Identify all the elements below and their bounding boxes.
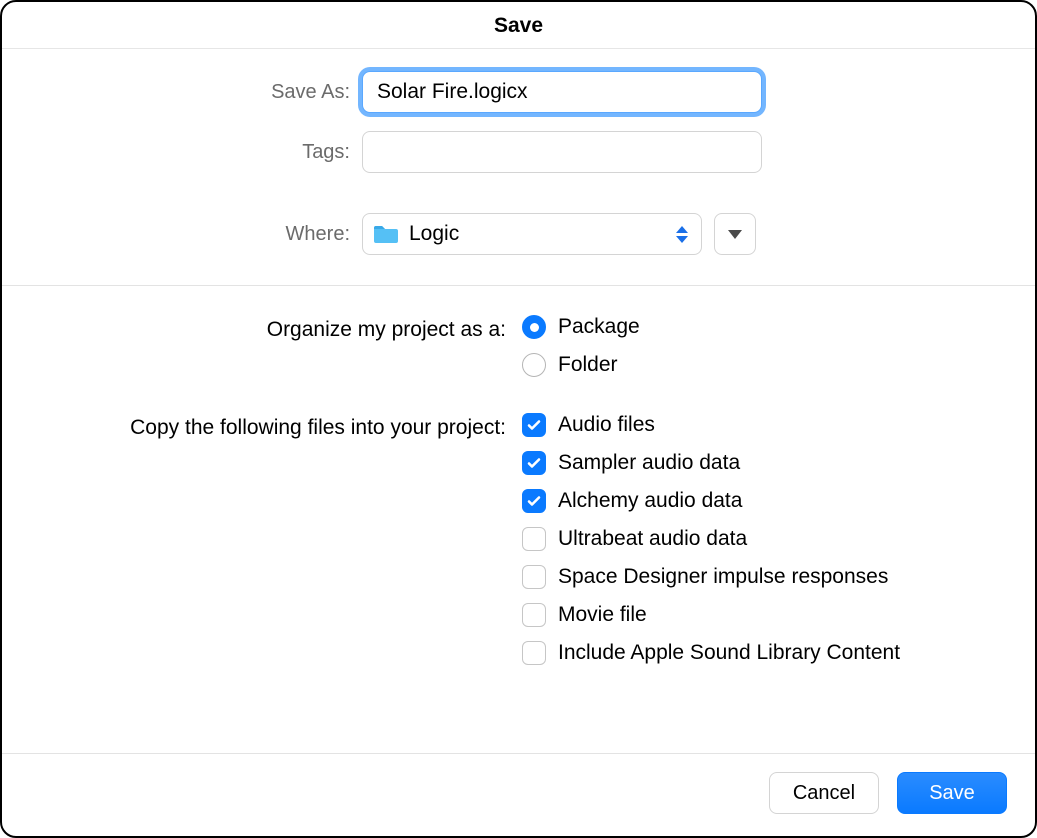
copy-option-sampler-audio[interactable]: Sampler audio data	[522, 450, 900, 476]
checkbox-icon	[522, 527, 546, 551]
where-popup[interactable]: Logic	[362, 213, 702, 255]
copy-option-label: Sampler audio data	[558, 450, 740, 476]
copy-option-label: Audio files	[558, 412, 655, 438]
where-value: Logic	[409, 222, 459, 246]
copy-option-movie-file[interactable]: Movie file	[522, 602, 900, 628]
checkbox-icon	[522, 489, 546, 513]
tags-input[interactable]	[362, 131, 762, 173]
save-as-input[interactable]	[362, 71, 762, 113]
save-button[interactable]: Save	[897, 772, 1007, 814]
organize-option-package[interactable]: Package	[522, 314, 640, 340]
copy-option-label: Space Designer impulse responses	[558, 564, 888, 590]
updown-arrows-icon	[669, 219, 695, 249]
copy-option-label: Ultrabeat audio data	[558, 526, 747, 552]
checkbox-icon	[522, 641, 546, 665]
checkbox-icon	[522, 603, 546, 627]
copy-option-apple-sound-library[interactable]: Include Apple Sound Library Content	[522, 640, 900, 666]
copy-option-audio-files[interactable]: Audio files	[522, 412, 900, 438]
cancel-button[interactable]: Cancel	[769, 772, 879, 814]
chevron-down-icon	[728, 230, 742, 239]
where-label: Where:	[42, 223, 362, 246]
copy-option-ultrabeat[interactable]: Ultrabeat audio data	[522, 526, 900, 552]
radio-icon	[522, 353, 546, 377]
organize-option-label: Folder	[558, 352, 618, 378]
organize-option-label: Package	[558, 314, 640, 340]
save-as-label: Save As:	[42, 81, 362, 104]
organize-options: Package Folder	[522, 314, 640, 378]
options-section: Organize my project as a: Package Folder…	[2, 286, 1035, 753]
dialog-title: Save	[2, 2, 1035, 49]
copy-option-space-designer[interactable]: Space Designer impulse responses	[522, 564, 900, 590]
folder-icon	[373, 223, 399, 245]
organize-option-folder[interactable]: Folder	[522, 352, 640, 378]
organize-label: Organize my project as a:	[42, 314, 522, 346]
copy-option-alchemy-audio[interactable]: Alchemy audio data	[522, 488, 900, 514]
expand-disclosure-button[interactable]	[714, 213, 756, 255]
copy-label: Copy the following files into your proje…	[42, 412, 522, 444]
checkbox-icon	[522, 413, 546, 437]
radio-icon	[522, 315, 546, 339]
file-info-section: Save As: Tags: Where: L	[2, 49, 1035, 285]
checkbox-icon	[522, 565, 546, 589]
copy-option-label: Include Apple Sound Library Content	[558, 640, 900, 666]
copy-option-label: Alchemy audio data	[558, 488, 742, 514]
save-dialog: Save Save As: Tags: Where:	[0, 0, 1037, 838]
tags-label: Tags:	[42, 141, 362, 164]
dialog-footer: Cancel Save	[2, 753, 1035, 836]
checkbox-icon	[522, 451, 546, 475]
copy-option-label: Movie file	[558, 602, 647, 628]
copy-options: Audio files Sampler audio data Alchemy a…	[522, 412, 900, 666]
